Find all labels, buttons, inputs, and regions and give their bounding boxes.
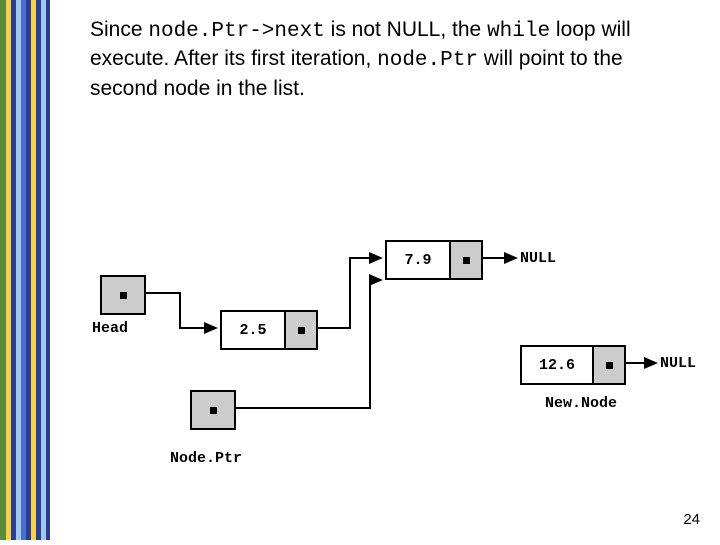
node-next-box	[284, 310, 318, 350]
node-next-box	[592, 345, 626, 385]
text-part: Since	[90, 18, 148, 41]
sidebar-stripes	[0, 0, 50, 540]
null-label: NULL	[660, 355, 696, 372]
pointer-dot	[606, 362, 613, 369]
code-snippet: node.Ptr	[377, 49, 478, 72]
head-label: Head	[92, 320, 128, 337]
code-snippet: while	[487, 20, 550, 43]
pointer-dot	[120, 292, 127, 299]
newnode-label: New.Node	[545, 395, 617, 412]
decorative-sidebar	[0, 0, 50, 540]
node-value-box: 2.5	[220, 310, 286, 350]
linked-list-diagram: Head Node.Ptr 2.5 7.9 NULL 12.6 NULL New…	[80, 240, 710, 490]
node-value: 2.5	[239, 322, 266, 339]
node-value-box: 12.6	[520, 345, 594, 385]
pointer-dot	[210, 407, 217, 414]
page-number: 24	[683, 511, 700, 528]
node-value: 12.6	[539, 357, 575, 374]
node-value: 7.9	[404, 252, 431, 269]
text-part: is not NULL, the	[325, 18, 487, 41]
code-snippet: node.Ptr->next	[148, 20, 324, 43]
head-pointer-box	[100, 275, 146, 315]
pointer-dot	[298, 327, 305, 334]
null-label: NULL	[520, 250, 556, 267]
node-next-box	[449, 240, 483, 280]
nodeptr-pointer-box	[190, 390, 236, 430]
node-value-box: 7.9	[385, 240, 451, 280]
nodeptr-label: Node.Ptr	[170, 450, 242, 467]
pointer-dot	[463, 257, 470, 264]
explanation-text: Since node.Ptr->next is not NULL, the wh…	[90, 16, 690, 102]
